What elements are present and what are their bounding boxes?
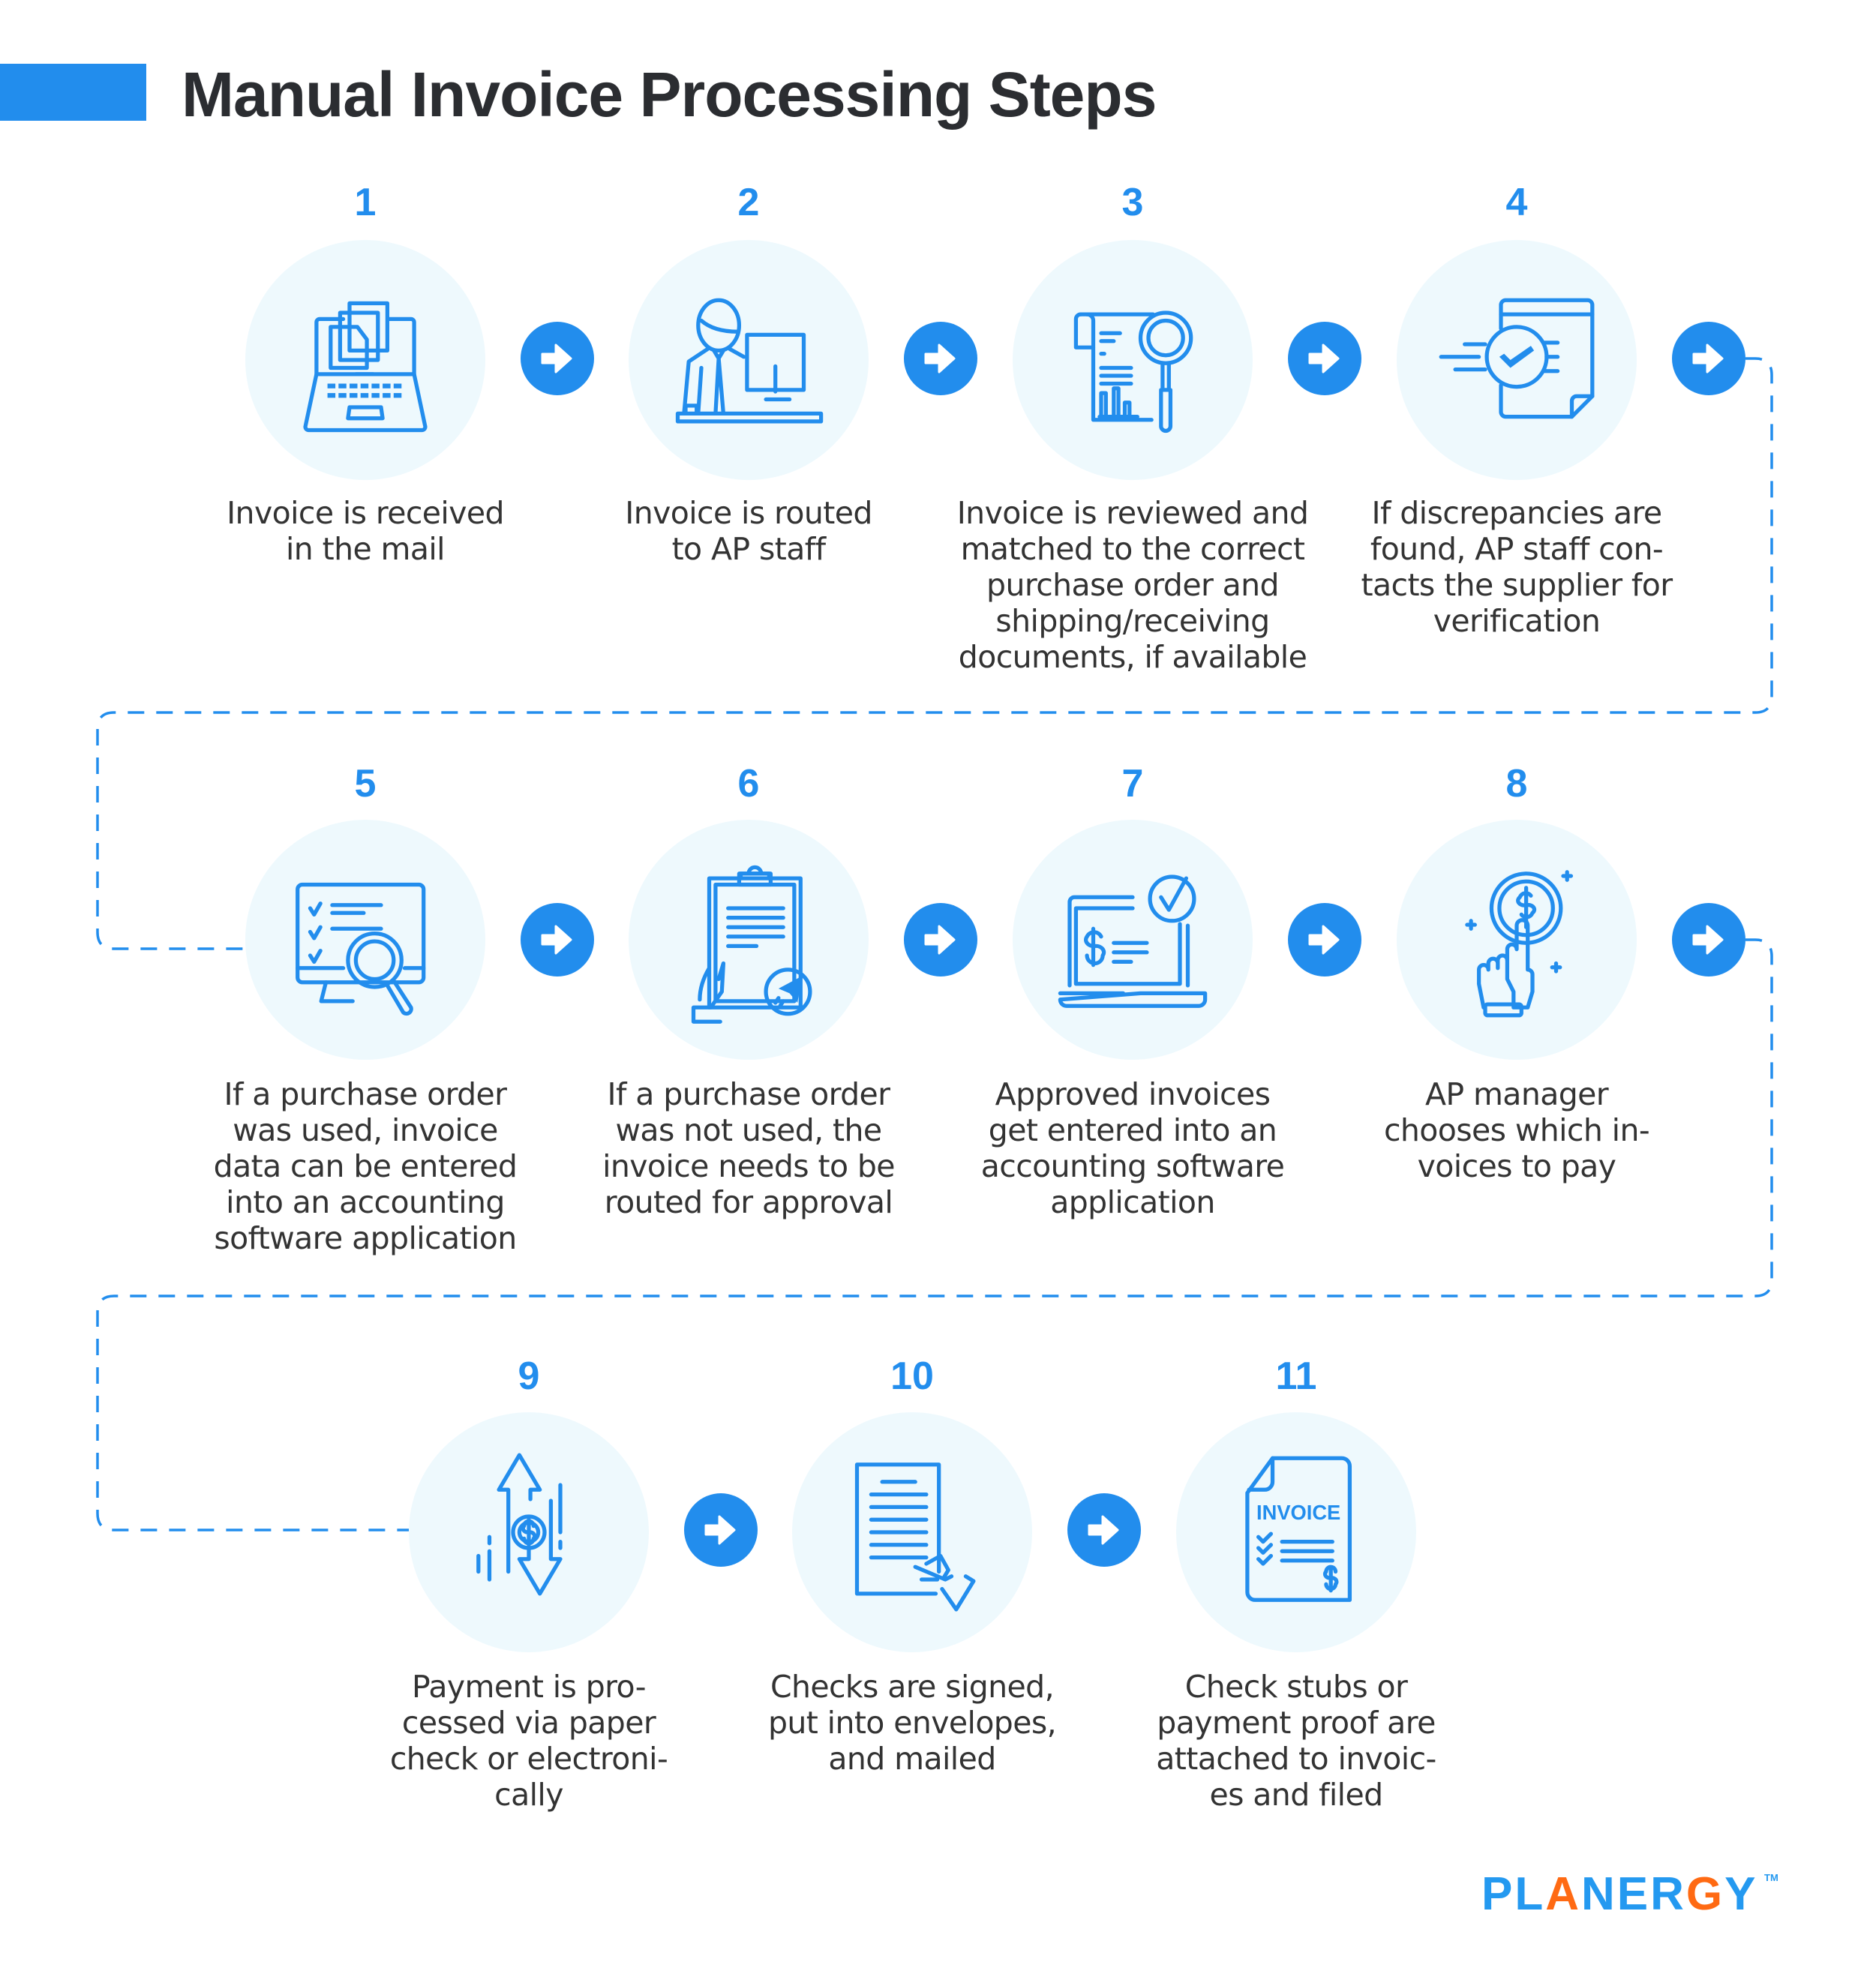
arrow-right-icon (541, 925, 572, 955)
logo-part: PL (1481, 1868, 1546, 1920)
step-description: If a purchase order was not used, the in… (602, 1076, 895, 1220)
step-number: 1 (354, 181, 377, 224)
dollar-exchange-arrows-icon (476, 1453, 563, 1596)
step-icon-circle (245, 820, 485, 1060)
step-icon-circle (1013, 240, 1253, 480)
logo-part-accent: G (1685, 1868, 1725, 1920)
step-description: If discrepancies are found, AP staff con… (1361, 495, 1673, 639)
step-number: 9 (518, 1354, 540, 1398)
step-number: 6 (737, 762, 760, 806)
arrow-right-icon (1692, 925, 1724, 955)
step-icon-circle (792, 1412, 1032, 1652)
step-icon-circle (1013, 820, 1253, 1060)
monitor-checklist-search-icon (296, 882, 426, 1016)
logo-part: Y (1724, 1868, 1758, 1920)
step-number: 5 (354, 762, 377, 806)
step-icon-circle (245, 240, 485, 480)
next-arrow-10 (1067, 1493, 1141, 1567)
next-arrow-6 (904, 903, 977, 976)
step-icon-circle (409, 1412, 649, 1652)
clipboard-send-icon (691, 865, 812, 1024)
arrow-right-icon (1308, 344, 1340, 374)
step-number: 11 (1275, 1354, 1317, 1398)
arrow-right-icon (924, 344, 956, 374)
laptop-dollar-check-icon (1058, 874, 1208, 1008)
step-icon-circle (1397, 820, 1637, 1060)
next-arrow-7 (1288, 903, 1361, 976)
document-signing-icon (854, 1462, 976, 1612)
invoice-document-icon: INVOICE (1245, 1456, 1352, 1602)
document-magnifier-icon (1073, 310, 1193, 434)
step-number: 4 (1505, 181, 1528, 224)
step-number: 10 (890, 1354, 934, 1398)
document-fast-check-icon (1439, 298, 1595, 419)
arrow-right-icon (541, 344, 572, 374)
step-number: 2 (737, 181, 760, 224)
arrow-right-icon (924, 925, 956, 955)
step-icon-circle (629, 820, 869, 1060)
step-description: Checks are signed, put into envelopes, a… (767, 1669, 1057, 1777)
next-arrow-4 (1672, 322, 1745, 395)
arrow-right-icon (1088, 1515, 1119, 1545)
next-arrow-5 (521, 903, 594, 976)
invoice-label: INVOICE (1256, 1501, 1340, 1524)
logo-part-accent: A (1545, 1868, 1582, 1920)
step-description: Payment is pro- cessed via paper check o… (389, 1669, 668, 1813)
hand-tap-coin-icon (1465, 870, 1574, 1018)
staff-at-computer-icon (675, 298, 824, 424)
planergy-logo: PLANERGY (1481, 1868, 1758, 1921)
step-description: Invoice is reviewed and matched to the c… (956, 495, 1309, 675)
step-icon-circle (629, 240, 869, 480)
step-description: Invoice is received in the mail (227, 495, 504, 567)
step-icon-circle: INVOICE (1176, 1412, 1416, 1652)
step-description: If a purchase order was used, invoice da… (213, 1076, 518, 1256)
next-arrow-1 (521, 322, 594, 395)
step-description: AP manager chooses which in- voices to p… (1383, 1076, 1650, 1184)
arrow-right-icon (1308, 925, 1340, 955)
step-description: Check stubs or payment proof are attache… (1156, 1669, 1436, 1813)
step-description: Invoice is routed to AP staff (625, 495, 872, 567)
logo-part: NER (1581, 1868, 1686, 1920)
next-arrow-3 (1288, 322, 1361, 395)
step-description: Approved invoices get entered into an ac… (980, 1076, 1285, 1220)
step-number: 3 (1121, 181, 1144, 224)
next-arrow-2 (904, 322, 977, 395)
next-arrow-9 (684, 1493, 758, 1567)
next-arrow-8 (1672, 903, 1745, 976)
step-number: 8 (1505, 762, 1528, 806)
title-accent-bar (0, 64, 146, 121)
arrow-right-icon (1692, 344, 1724, 374)
laptop-documents-icon (303, 301, 428, 433)
step-icon-circle (1397, 240, 1637, 480)
page-title: Manual Invoice Processing Steps (182, 59, 1157, 130)
step-number: 7 (1121, 762, 1144, 806)
arrow-right-icon (704, 1515, 736, 1545)
trademark-symbol: TM (1764, 1872, 1778, 1883)
